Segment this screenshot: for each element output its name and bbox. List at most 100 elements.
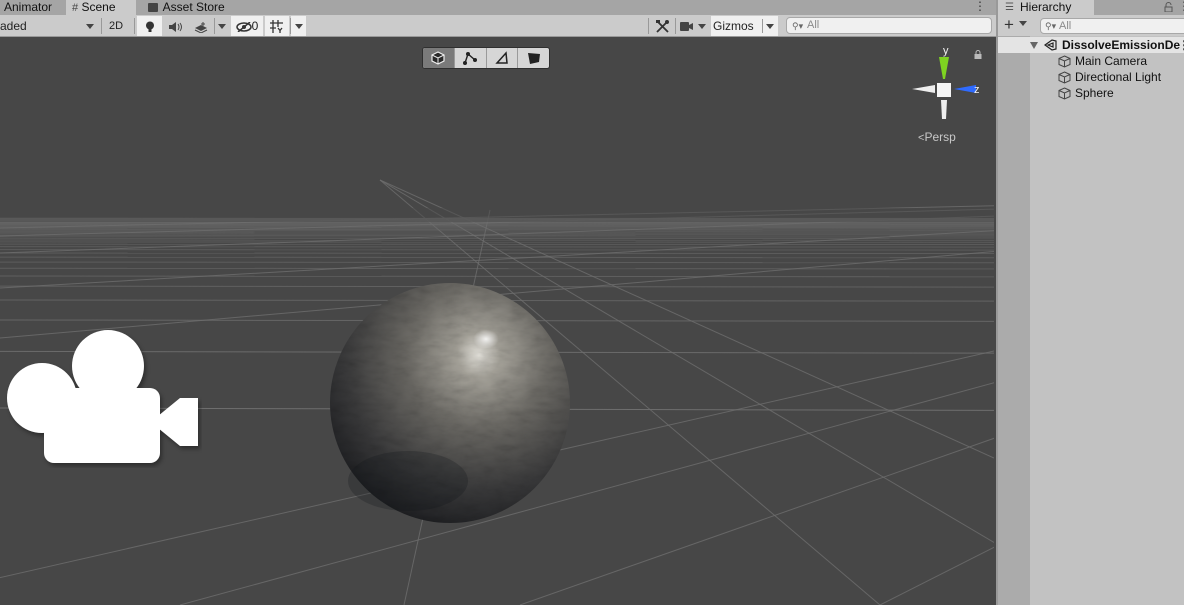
effects-dropdown[interactable]	[215, 16, 229, 36]
grid-line-converging	[179, 382, 994, 605]
more-options-icon[interactable]: ⋮	[1178, 0, 1184, 12]
audio-toggle[interactable]	[163, 16, 188, 36]
toggle-2d-button[interactable]: 2D	[104, 16, 128, 36]
scene-row[interactable]: DissolveEmissionDe ⋮	[998, 37, 1184, 53]
effects-toggle[interactable]	[188, 16, 213, 36]
triangle-icon	[495, 51, 508, 64]
divider	[648, 18, 649, 34]
cube-icon	[431, 51, 445, 65]
lock-icon[interactable]	[974, 50, 982, 59]
plus-icon: +	[1004, 15, 1014, 34]
gizmo-z-label: z	[974, 84, 980, 96]
eye-slash-icon	[235, 21, 252, 33]
grid-line-horizontal	[0, 252, 994, 255]
nodes-mode-button[interactable]	[455, 48, 487, 68]
gizmo-z-axis[interactable]	[954, 85, 976, 93]
movie-camera-icon[interactable]	[6, 328, 202, 468]
list-icon: ☰	[1005, 2, 1014, 13]
grid-line-horizontal	[0, 267, 994, 270]
tab-scene[interactable]: # Scene	[66, 0, 136, 15]
hierarchy-panel: ☰ Hierarchy ⋮ + ⚲▾ All DissolveEmissionD…	[996, 0, 1184, 605]
textured-sphere[interactable]	[328, 281, 572, 525]
tools-icon	[655, 20, 669, 33]
projection-toggle[interactable]: <Persp	[918, 130, 956, 144]
divider	[675, 18, 676, 34]
speaker-icon	[168, 21, 182, 32]
item-label: Main Camera	[1075, 54, 1148, 68]
gameobject-cube-icon	[1058, 71, 1071, 84]
scene-viewport[interactable]: y z <Persp	[0, 38, 994, 605]
tab-asset-store[interactable]: Asset Store	[142, 0, 231, 15]
lightbulb-icon	[145, 21, 154, 32]
gizmo-neg-x-axis[interactable]	[912, 85, 935, 93]
draw-mode-value: aded	[0, 19, 27, 33]
chevron-down-icon	[294, 24, 303, 30]
chevron-down-icon	[1018, 21, 1027, 26]
tab-hierarchy[interactable]: ☰ Hierarchy	[998, 0, 1094, 15]
scene-toolbar: aded 2D 0 Gizmos ⚲▾ All	[0, 15, 996, 37]
grid-line-horizontal	[0, 261, 994, 264]
grid-line-converging	[519, 437, 994, 605]
hierarchy-search-input[interactable]: ⚲▾ All	[1040, 18, 1184, 34]
grid-icon	[270, 20, 283, 34]
hierarchy-item-main-camera[interactable]: Main Camera	[998, 53, 1184, 69]
cube-mode-button[interactable]	[423, 48, 455, 68]
create-dropdown[interactable]: +	[1004, 15, 1027, 36]
tools-button[interactable]	[650, 16, 674, 36]
tab-label: Animator	[4, 0, 53, 14]
grid-dropdown[interactable]	[291, 16, 306, 36]
gizmo-y-axis[interactable]	[939, 57, 949, 79]
gameobject-cube-icon	[1058, 87, 1071, 100]
hierarchy-item-sphere[interactable]: Sphere	[998, 85, 1184, 101]
hierarchy-title: Hierarchy	[1020, 0, 1072, 14]
hierarchy-item-directional-light[interactable]: Directional Light	[998, 69, 1184, 85]
bag-icon	[148, 3, 158, 12]
hash-icon: #	[72, 2, 79, 14]
scene-name: DissolveEmissionDe	[1062, 38, 1181, 52]
chevron-down-icon	[86, 24, 94, 29]
divider	[101, 18, 102, 34]
scene-search-input[interactable]: ⚲▾ All	[786, 17, 992, 34]
grid-line-horizontal	[0, 256, 994, 259]
grid-toggle[interactable]	[265, 16, 289, 36]
horizon-fade	[0, 208, 994, 222]
chevron-down-icon	[218, 24, 226, 30]
grid-line-converging	[0, 230, 994, 289]
item-label: Sphere	[1075, 86, 1114, 100]
search-icon: ⚲▾	[792, 21, 804, 31]
hidden-count: 0	[251, 19, 259, 33]
tool-mode-strip	[422, 47, 550, 69]
chevron-down-icon	[697, 24, 706, 30]
shape-mode-button[interactable]	[518, 48, 549, 68]
shape-icon	[527, 53, 540, 64]
tab-animator[interactable]: Animator	[0, 0, 58, 15]
tab-label: Asset Store	[162, 0, 225, 14]
expand-arrow-icon[interactable]	[1030, 42, 1038, 49]
gizmo-center-cube[interactable]	[937, 83, 951, 97]
lock-icon[interactable]	[1164, 2, 1173, 12]
effects-icon	[194, 21, 207, 34]
gizmos-dropdown[interactable]: Gizmos	[711, 16, 778, 36]
hierarchy-tab-bar: ☰ Hierarchy ⋮	[998, 0, 1184, 15]
search-icon: ⚲▾	[1045, 21, 1057, 31]
more-options-icon[interactable]: ⋮	[974, 0, 986, 15]
triangle-mode-button[interactable]	[487, 48, 519, 68]
gameobject-cube-icon	[1058, 55, 1071, 68]
unity-scene-icon	[1044, 39, 1057, 51]
gizmo-neg-y-axis[interactable]	[941, 100, 947, 119]
editor-tab-bar: Animator # Scene Asset Store ⋮	[0, 0, 996, 15]
camera-settings-dropdown[interactable]	[677, 16, 709, 36]
nodes-icon	[463, 52, 478, 65]
search-placeholder: All	[1059, 20, 1072, 32]
more-options-icon[interactable]: ⋮	[1178, 37, 1184, 53]
tab-label: Scene	[81, 0, 116, 14]
camera-icon	[680, 22, 694, 32]
gizmos-label: Gizmos	[713, 19, 754, 33]
divider	[134, 18, 135, 34]
hidden-objects-toggle[interactable]: 0	[231, 16, 263, 36]
hierarchy-gutter	[998, 36, 1030, 605]
lighting-toggle[interactable]	[137, 16, 162, 36]
draw-mode-dropdown[interactable]: aded	[0, 16, 98, 36]
gizmo-y-label: y	[943, 45, 949, 57]
hierarchy-toolbar: + ⚲▾ All	[998, 15, 1184, 36]
